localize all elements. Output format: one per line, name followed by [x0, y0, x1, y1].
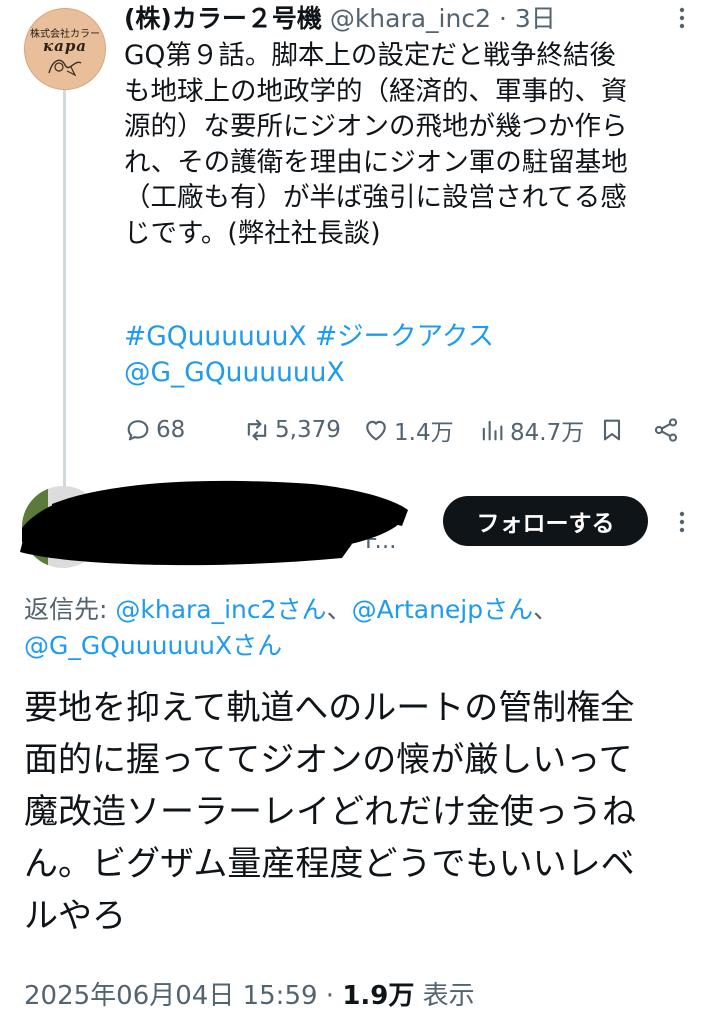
tweet-text-line: れ、その護衛を理由にジオン軍の駐留基地 [124, 146, 628, 178]
share-button[interactable] [652, 410, 680, 450]
views-button[interactable]: 84.7万 [478, 410, 584, 450]
tweet-text-line: 源的）な要所にジオンの飛地が幾つか作ら [124, 111, 628, 142]
retweet-count: 5,379 [275, 417, 341, 443]
hashtag-link[interactable]: #GQuuuuuuX [124, 321, 307, 352]
analytics-icon [482, 420, 503, 441]
like-count: 1.4万 [394, 420, 454, 446]
author-handle[interactable]: @khara_inc2 [330, 4, 491, 33]
retweet-icon [247, 419, 267, 441]
reply-to-line: 返信先: @khara_inc2さん、@Artanejpさん、 @G_GQuuuu… [24, 592, 674, 664]
retweet-button[interactable]: 5,379 [243, 410, 341, 450]
author-name[interactable]: (株)カラー２号機 [124, 4, 322, 33]
mention-separator: 、 [533, 595, 559, 624]
view-count: 1.9万 [342, 981, 415, 1011]
tweet-text-line: ん。ビグザム量産程度どうでもいいレベ [24, 844, 635, 884]
tweet-time[interactable]: 3日 [515, 4, 556, 33]
reply-count: 68 [156, 417, 186, 443]
more-options-icon[interactable] [670, 6, 694, 30]
tweet-text-line: （工廠も有）が半ば強引に設営されてる感 [124, 182, 627, 213]
reply-button[interactable]: 68 [124, 410, 185, 450]
meta-separator: · [317, 981, 343, 1011]
tweet-text-line: も地球上の地政学的（経済的、軍事的、資 [124, 75, 628, 107]
tweet-text-line: ルやろ [24, 896, 126, 936]
follow-button[interactable]: フォローする [443, 496, 648, 546]
mention-separator: 、 [326, 595, 352, 624]
redaction-scribble [20, 480, 408, 566]
heart-icon [366, 420, 386, 441]
tweet-meta: 2025年06月04日 15:59 · 1.9万 表示 [24, 975, 475, 1012]
tweet-text-line: 魔改造ソーラーレイどれだけ金使っうね [24, 792, 636, 832]
view-count: 84.7万 [510, 420, 585, 446]
avatar[interactable]: 株式会社カラー кара [24, 8, 106, 90]
share-icon [654, 418, 678, 442]
tweet-text-line: じです。(弊社社長談) [124, 217, 381, 249]
tweet-header: (株)カラー２号機 @khara_inc2 · 3日 [124, 2, 556, 36]
more-options-icon[interactable] [670, 510, 694, 534]
avatar-drawing-icon [48, 59, 82, 77]
tweet-text-line: 面的に握っててジオンの懐が厳しいって [24, 740, 633, 780]
bookmark-button[interactable] [598, 410, 626, 450]
tweet-datetime[interactable]: 2025年06月04日 15:59 [24, 981, 318, 1011]
tweet-text: 要地を抑えて軌道へのルートの管制権全 面的に握っててジオンの懐が厳しいって 魔改… [24, 682, 694, 942]
reply-icon [127, 420, 149, 441]
mention-link[interactable]: @G_GQuuuuuuX [124, 355, 699, 391]
meta-separator: · [498, 4, 507, 33]
tweet-text: GQ第９話。脚本上の設定だと戦争終結後 も地球上の地政学的（経済的、軍事的、資 … [124, 38, 699, 251]
bookmark-icon [603, 419, 621, 441]
mention-link[interactable]: @G_GQuuuuuuXさん [24, 631, 282, 660]
tweet-links: #GQuuuuuuX #ジークアクス @G_GQuuuuuuX [124, 319, 699, 390]
mention-link[interactable]: @Artanejpさん [352, 595, 534, 624]
thread-connector-line [63, 82, 66, 487]
tweet-text-line: GQ第９話。脚本上の設定だと戦争終結後 [124, 40, 616, 71]
mention-link[interactable]: @khara_inc2さん [115, 595, 326, 624]
hashtag-link[interactable]: #ジークアクス [315, 321, 494, 352]
tweet-text-line: 要地を抑えて軌道へのルートの管制権全 [24, 688, 635, 728]
reply-to-prefix: 返信先: [24, 595, 116, 624]
views-label: 表示 [422, 981, 475, 1011]
like-button[interactable]: 1.4万 [362, 410, 454, 450]
